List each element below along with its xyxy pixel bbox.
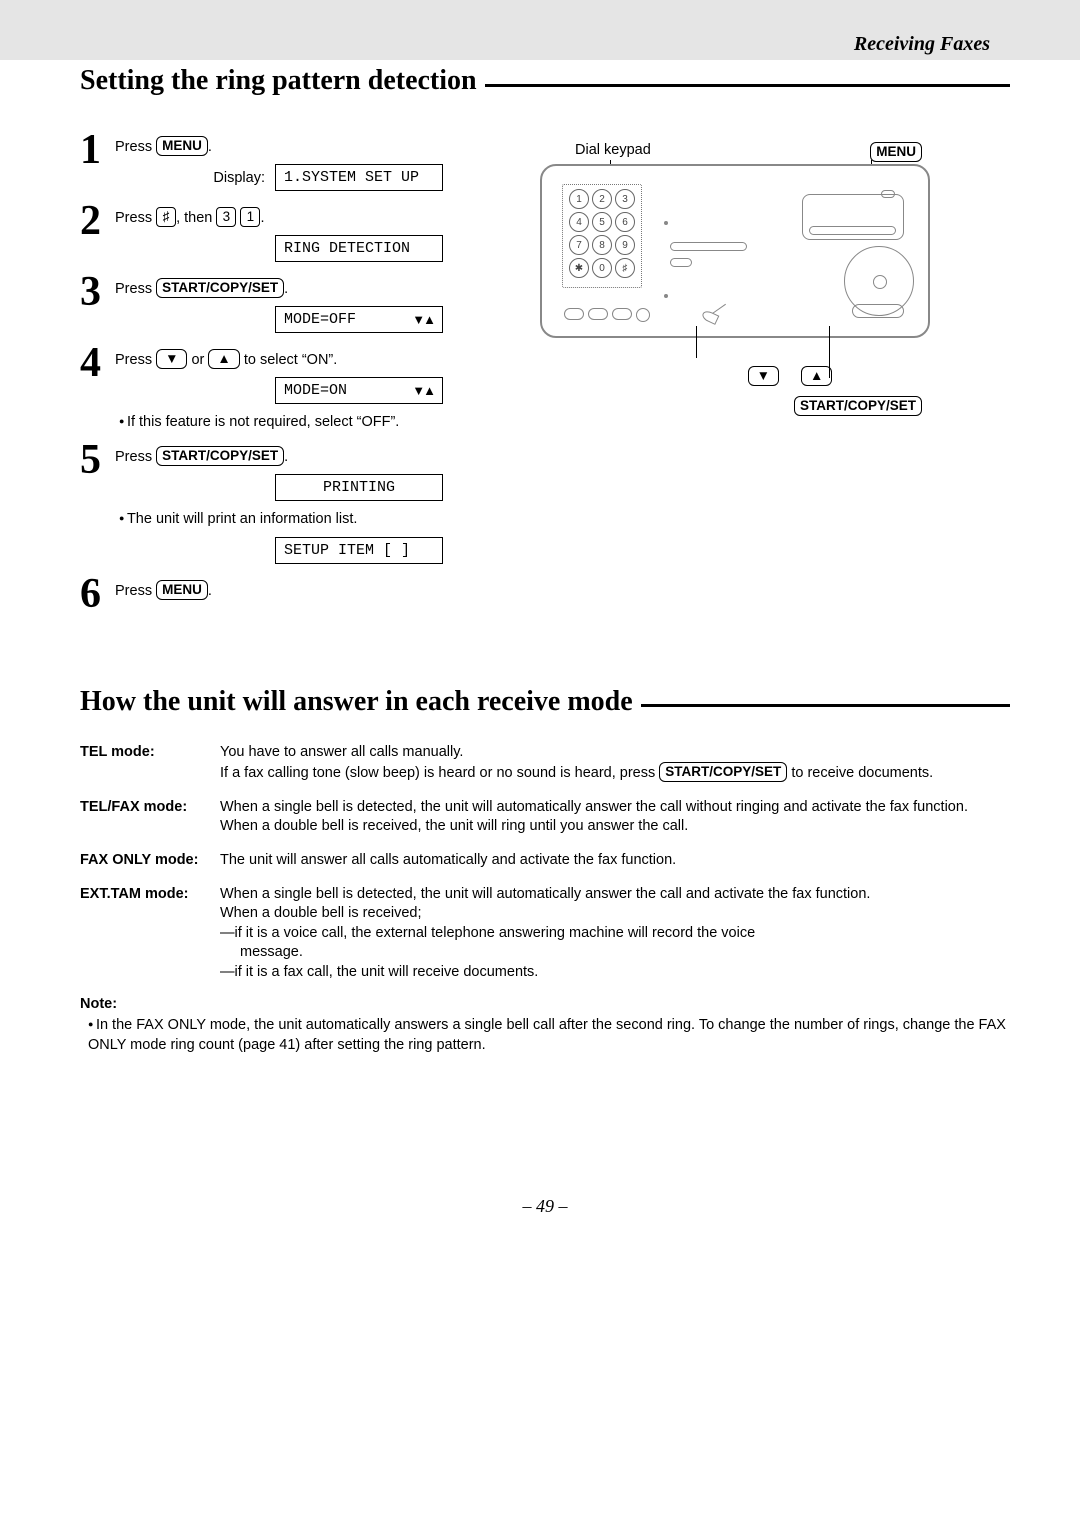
keypad-6: 6 (615, 212, 635, 232)
step-2: 2 Press ♯, then 3 1. RING DETECTION (80, 203, 520, 272)
lcd-display: RING DETECTION (275, 235, 443, 262)
up-key: ▲ (208, 349, 239, 369)
section-2-title: How the unit will answer in each receive… (80, 686, 633, 718)
device-button (670, 258, 692, 267)
start-copy-set-key: START/COPY/SET (156, 278, 284, 298)
step-number: 6 (80, 576, 115, 614)
step-number: 3 (80, 274, 115, 312)
keypad-8: 8 (592, 235, 612, 255)
keypad-hash: ♯ (615, 258, 635, 278)
three-key: 3 (216, 207, 236, 227)
step-5: 5 Press START/COPY/SET. PRINTING The uni… (80, 442, 520, 574)
dial-keypad-label: Dial keypad (575, 142, 651, 162)
step-4: 4 Press ▼ or ▲ to select “ON”. MODE=ON▼▲… (80, 345, 520, 440)
step-note: The unit will print an information list. (115, 511, 520, 527)
menu-key: MENU (156, 136, 208, 156)
section-2-heading: How the unit will answer in each receive… (80, 686, 1010, 718)
mode-tel-line2: If a fax calling tone (slow beep) is hea… (220, 762, 1010, 784)
display-label: Display: (115, 170, 275, 186)
note-list: In the FAX ONLY mode, the unit automatic… (80, 1016, 1010, 1055)
mode-exttam: EXT.TAM mode: When a single bell is dete… (80, 885, 1010, 983)
down-key-callout: ▼ (748, 366, 779, 386)
heading-rule (641, 704, 1010, 707)
note-heading: Note: (80, 996, 1010, 1012)
step-3: 3 Press START/COPY/SET. MODE=OFF▼▲ (80, 274, 520, 343)
lcd-display: 1.SYSTEM SET UP (275, 164, 443, 191)
up-down-indicator: ▼▲ (412, 383, 434, 398)
step-number: 1 (80, 132, 115, 170)
keypad-5: 5 (592, 212, 612, 232)
dot (664, 221, 668, 225)
lcd-display: PRINTING (275, 474, 443, 501)
chapter-title: Receiving Faxes (854, 33, 990, 56)
menu-key: MENU (156, 580, 208, 600)
leader-line (696, 326, 697, 358)
dot (664, 294, 668, 298)
section-1-title: Setting the ring pattern detection (80, 65, 477, 97)
steps-column: 1 Press MENU. Display: 1.SYSTEM SET UP 2 (80, 132, 520, 616)
keypad-9: 9 (615, 235, 635, 255)
keypad-7: 7 (569, 235, 589, 255)
one-key: 1 (240, 207, 260, 227)
keypad-2: 2 (592, 189, 612, 209)
device-button (670, 242, 747, 251)
keypad-0: 0 (592, 258, 612, 278)
device-button (881, 190, 895, 198)
lcd-display: SETUP ITEM [ ] (275, 537, 443, 564)
lcd-display: MODE=ON▼▲ (275, 377, 443, 404)
leader-line (829, 326, 830, 378)
section-1-heading: Setting the ring pattern detection (80, 65, 1010, 97)
menu-key-callout: MENU (870, 142, 922, 162)
device-scs-button (852, 304, 904, 318)
note-item: In the FAX ONLY mode, the unit automatic… (88, 1016, 1010, 1055)
step-number: 4 (80, 345, 115, 383)
keypad-1: 1 (569, 189, 589, 209)
down-key: ▼ (156, 349, 187, 369)
heading-rule (485, 84, 1010, 87)
page-header: Receiving Faxes (0, 0, 1080, 60)
step-number: 5 (80, 442, 115, 480)
lcd-display: MODE=OFF▼▲ (275, 306, 443, 333)
mode-telfax: TEL/FAX mode: When a single bell is dete… (80, 798, 1010, 837)
device-diagram: Dial keypad MENU 123 456 789 ✱0♯ (520, 132, 1010, 616)
start-copy-set-key: START/COPY/SET (659, 762, 787, 782)
device-mic-icon (702, 308, 732, 322)
fax-device-outline: 123 456 789 ✱0♯ (540, 164, 930, 338)
hash-key: ♯ (156, 207, 176, 227)
step-6: 6 Press MENU. (80, 576, 520, 614)
page-number: – 49 – (80, 1196, 1010, 1257)
step-number: 2 (80, 203, 115, 241)
start-copy-set-key: START/COPY/SET (156, 446, 284, 466)
step-1: 1 Press MENU. Display: 1.SYSTEM SET UP (80, 132, 520, 201)
keypad-4: 4 (569, 212, 589, 232)
step-note: If this feature is not required, select … (115, 414, 520, 430)
up-down-indicator: ▼▲ (412, 312, 434, 327)
device-buttons-row (564, 308, 650, 322)
dial-keypad-area: 123 456 789 ✱0♯ (562, 184, 642, 288)
keypad-star: ✱ (569, 258, 589, 278)
device-button (809, 226, 896, 235)
keypad-3: 3 (615, 189, 635, 209)
start-copy-set-callout: START/COPY/SET (794, 396, 922, 416)
mode-tel: TEL mode: You have to answer all calls m… (80, 743, 1010, 784)
mode-faxonly: FAX ONLY mode: The unit will answer all … (80, 851, 1010, 871)
